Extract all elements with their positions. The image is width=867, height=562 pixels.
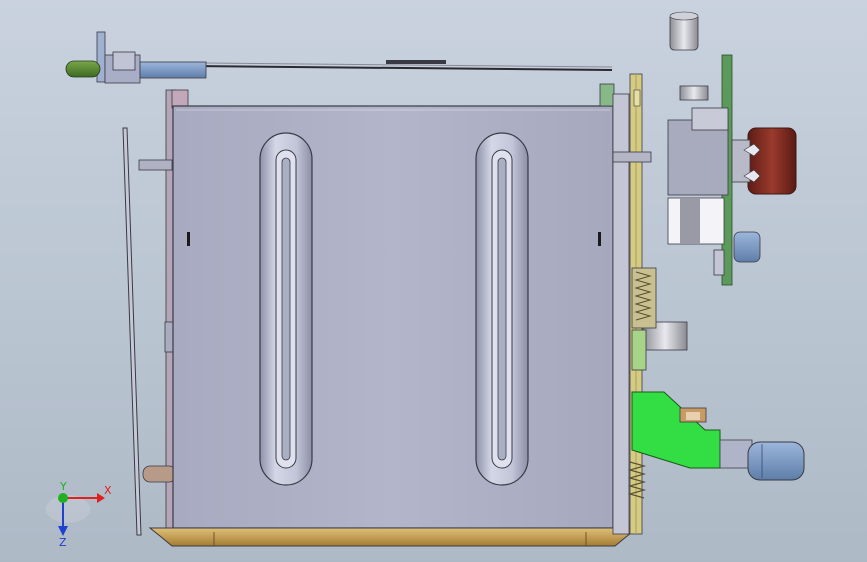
main-housing xyxy=(172,105,614,529)
right-vertical-slot xyxy=(475,132,529,486)
small-blue-knob xyxy=(733,231,761,263)
blue-cylinder xyxy=(747,441,805,481)
upper-spring xyxy=(631,267,657,329)
triad-x-label: X xyxy=(104,484,112,497)
triad-y-axis xyxy=(58,493,68,503)
orientation-triad xyxy=(46,493,105,536)
top-right-cap xyxy=(669,11,699,51)
triad-z-label: Z xyxy=(59,536,67,549)
front-door-panel xyxy=(122,127,142,536)
selector-knob xyxy=(731,127,797,195)
green-bracket xyxy=(631,391,753,469)
cad-model-side-view[interactable]: X Y Z xyxy=(0,0,867,562)
left-vertical-slot xyxy=(259,132,313,486)
bottom-tray xyxy=(148,527,633,547)
triad-y-label: Y xyxy=(59,480,67,493)
switch-body xyxy=(667,85,729,245)
bottom-left-pin xyxy=(142,465,177,483)
cad-viewport[interactable]: X Y Z xyxy=(0,0,867,562)
top-rod-assembly xyxy=(65,31,613,84)
